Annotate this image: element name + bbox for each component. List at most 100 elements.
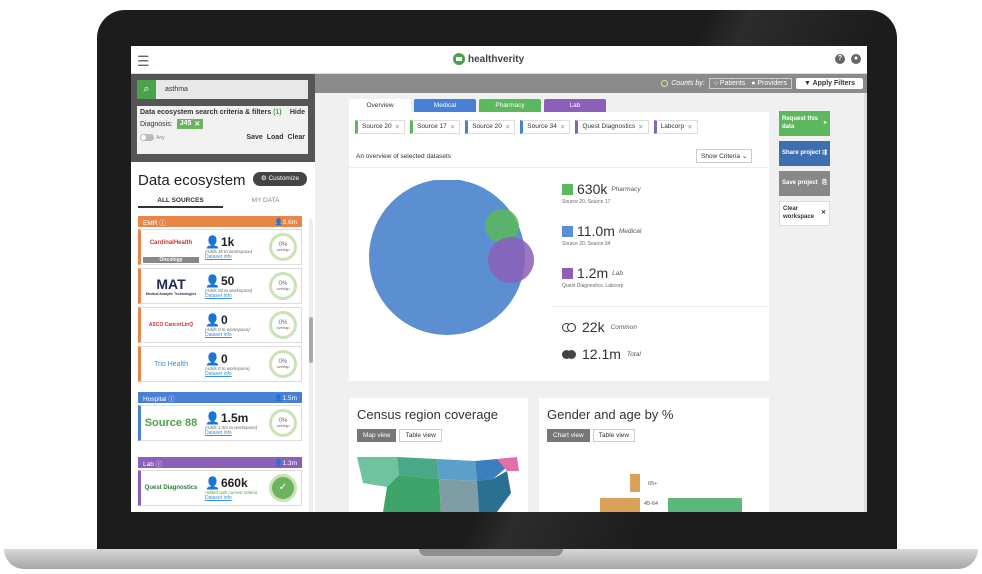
dataset-info-link[interactable]: Dataset info	[205, 254, 269, 260]
scrollbar-thumb[interactable]	[309, 317, 313, 363]
hide-criteria-link[interactable]: Hide	[290, 109, 305, 116]
tab-medical[interactable]: Medical	[414, 99, 476, 112]
clear-criteria-button[interactable]: Clear	[287, 134, 305, 141]
ecosystem-title: Data ecosystem	[138, 172, 246, 189]
patient-count: 👤 1k	[205, 234, 235, 249]
tab-overview[interactable]: Overview	[349, 99, 411, 112]
mat-logo: MAT Medical Analytic Technologies	[145, 276, 197, 296]
help-icon[interactable]: ?	[835, 54, 845, 64]
remove-chip-icon[interactable]: ✕	[638, 123, 643, 131]
map-region-south-central[interactable]	[439, 479, 479, 512]
remove-chip-icon[interactable]: ✕	[687, 123, 692, 131]
overlap-gauge: 0% overlap	[269, 311, 297, 339]
search-input[interactable]: ⌕ asthma	[137, 80, 308, 99]
category-header-emr[interactable]: EMR ⓘ 👤3.6m	[138, 216, 302, 227]
gender-age-panel: Gender and age by % Chart view Table vie…	[539, 398, 769, 512]
age-label-65-plus: 65+	[648, 481, 658, 487]
source-chip[interactable]: Source 20 ✕	[355, 120, 406, 134]
census-panel: Census region coverage Map view Table vi…	[349, 398, 528, 512]
share-icon: ⇶	[821, 149, 827, 156]
source-chip[interactable]: Quest Diagnostics ✕	[575, 120, 649, 134]
source-chip[interactable]: Labcorp ✕	[653, 120, 698, 134]
overlap-gauge: 0% overlap	[269, 409, 297, 437]
dataset-card[interactable]: Trio Health 👤 0 (Adds 0 to workspace) Dat…	[138, 346, 302, 382]
request-data-button[interactable]: Request this data ▸	[779, 111, 830, 136]
tab-lab[interactable]: Lab	[544, 99, 606, 112]
patient-count: 👤 50	[205, 273, 235, 288]
search-icon[interactable]: ⌕	[137, 80, 156, 99]
dataset-info-link[interactable]: Dataset info	[205, 495, 269, 501]
remove-chip-icon[interactable]: ✕	[450, 123, 455, 131]
venn-diagram	[369, 180, 534, 335]
total-stat: 12.1m Total	[562, 346, 641, 362]
share-project-button[interactable]: Share project ⇶	[779, 141, 830, 166]
dataset-card[interactable]: CardinalHealth Oncology 👤 1k (Adds 1k to …	[138, 229, 302, 265]
remove-chip-icon[interactable]: ✕	[395, 123, 400, 131]
tab-all-sources[interactable]: ALL SOURCES	[138, 194, 223, 208]
dataset-info-link[interactable]: Dataset info	[205, 293, 269, 299]
common-overlap-icon	[562, 322, 576, 332]
tab-pharmacy[interactable]: Pharmacy	[479, 99, 541, 112]
close-icon: ✕	[820, 209, 826, 216]
patients-radio[interactable]: ○ Patients	[714, 80, 745, 87]
tab-map-view[interactable]: Map view	[357, 429, 397, 442]
remove-chip-icon[interactable]: ✕	[560, 123, 565, 131]
clear-workspace-button[interactable]: Clear workspace ✕	[779, 201, 830, 226]
hamburger-menu-icon[interactable]: ☰	[137, 53, 150, 70]
brand-logo[interactable]: healthverity	[453, 53, 524, 65]
tab-my-data[interactable]: MY DATA	[223, 194, 308, 208]
source-chip[interactable]: Source 20 ✕	[465, 120, 516, 134]
arrow-right-icon: ▸	[823, 119, 827, 126]
save-icon: ⎘	[822, 179, 827, 186]
count-mode-toggle[interactable]: ○ Patients ● Providers	[708, 78, 792, 89]
census-title: Census region coverage	[357, 407, 498, 422]
age-label-45-64: 45-64	[644, 501, 659, 507]
age-bar-45-64-left	[600, 498, 640, 512]
patient-count: 👤 1.5m	[205, 410, 249, 425]
patient-count: 👤 0	[205, 312, 228, 327]
laptop-notch	[419, 549, 563, 556]
dataset-card[interactable]: MAT Medical Analytic Technologies 👤 50 (A…	[138, 268, 302, 304]
criteria-title: Data ecosystem search criteria & filters…	[140, 109, 282, 116]
quest-diagnostics-logo: Quest Diagnostics	[144, 485, 198, 491]
diagnosis-chip[interactable]: J45 ✕	[176, 119, 204, 129]
divider	[349, 167, 769, 168]
overlap-gauge: 0% overlap	[269, 233, 297, 261]
remove-chip-icon[interactable]: ✕	[194, 120, 200, 128]
trio-health-logo: Trio Health	[154, 360, 188, 368]
common-stat: 22k Common	[562, 319, 637, 335]
age-bar-45-64-right	[668, 498, 742, 512]
main-scrollbar[interactable]	[864, 93, 867, 512]
source-chip[interactable]: Source 34 ✕	[520, 120, 571, 134]
dataset-info-link[interactable]: Dataset info	[205, 332, 269, 338]
load-criteria-button[interactable]: Load	[267, 134, 284, 141]
user-account-icon[interactable]: ●	[851, 54, 861, 64]
dataset-card[interactable]: ASCO CancerLinQ 👤 0 (Adds 0 to workspace)…	[138, 307, 302, 343]
map-region-midwest[interactable]	[437, 459, 477, 481]
apply-filters-button[interactable]: ▼ Apply Filters	[795, 78, 863, 89]
overlap-gauge: 0% overlap	[269, 272, 297, 300]
providers-radio[interactable]: ● Providers	[751, 80, 787, 87]
remove-chip-icon[interactable]: ✕	[505, 123, 510, 131]
us-region-map[interactable]	[357, 457, 519, 512]
source-chip[interactable]: Source 17 ✕	[410, 120, 461, 134]
save-project-button[interactable]: Save project ⎘	[779, 171, 830, 196]
dataset-card[interactable]: Source 88 👤 1.5m (Adds 1.5m to workspace)…	[138, 405, 302, 441]
legend-item-lab: 1.2m Lab Quest Diagnostics, Labcorp	[562, 265, 624, 289]
sidebar-scrollbar[interactable]	[309, 219, 313, 512]
tab-table-view[interactable]: Table view	[399, 429, 442, 442]
save-criteria-button[interactable]: Save	[246, 134, 262, 141]
venn-legend: 630k Pharmacy Source 20, Source 17 11.0m M…	[562, 178, 762, 289]
diagnosis-label: Diagnosis:	[140, 120, 173, 128]
total-overlap-icon	[562, 349, 576, 359]
any-toggle[interactable]: Any	[140, 134, 165, 141]
customize-button[interactable]: ⚙ Customize	[253, 172, 307, 186]
dataset-info-link[interactable]: Dataset info	[205, 371, 269, 377]
app-screen: ☰ healthverity ? ● Counts by: ○ Patients…	[131, 46, 867, 512]
cardinal-health-logo: CardinalHealth Oncology	[141, 230, 201, 264]
category-header-lab[interactable]: Lab ⓘ 👤1.3m	[138, 457, 302, 468]
show-criteria-dropdown[interactable]: Show Criteria ⌄	[696, 149, 753, 163]
category-header-hospital[interactable]: Hospital ⓘ 👤1.5m	[138, 392, 302, 403]
dataset-card[interactable]: Quest Diagnostics 👤 660k Added with curre…	[138, 470, 302, 506]
dataset-info-link[interactable]: Dataset info	[205, 430, 269, 436]
